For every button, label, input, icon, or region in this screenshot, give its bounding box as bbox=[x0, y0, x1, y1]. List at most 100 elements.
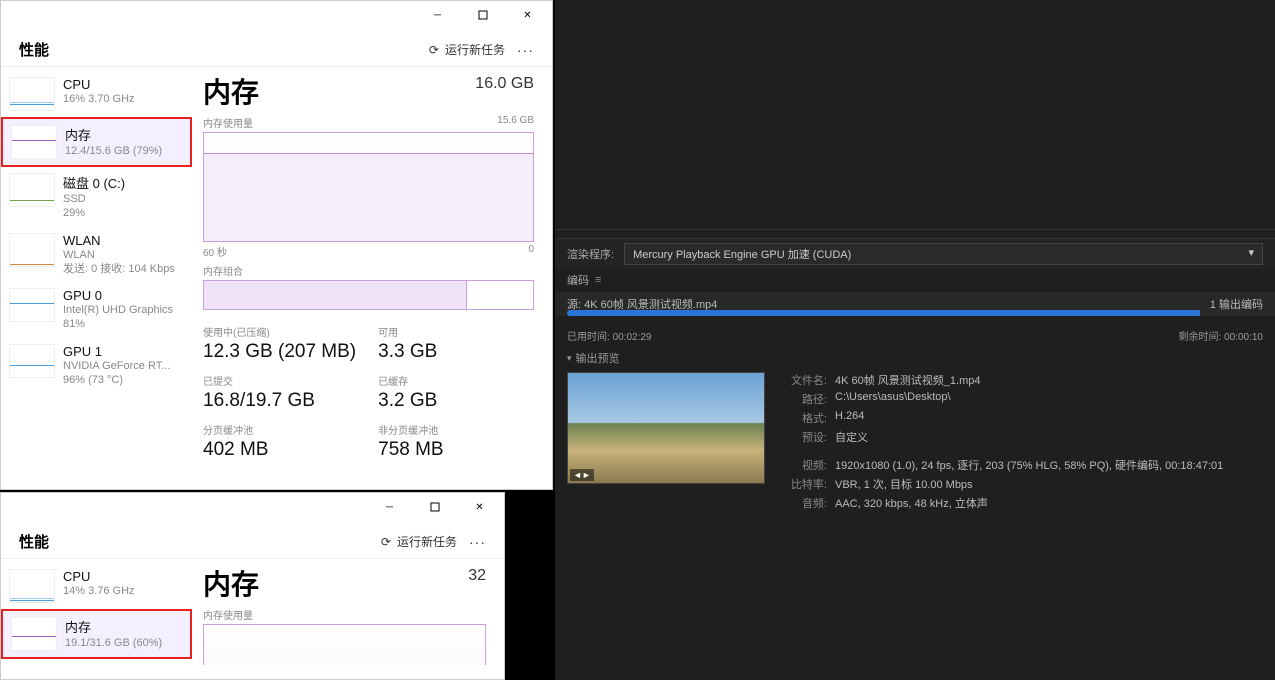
meta-key: 格式: bbox=[779, 410, 827, 426]
task-manager-window-top: ─ ✕ 性能 ⟳ 运行新任务 ··· CPU 16% 3.70 GHz bbox=[0, 0, 553, 490]
used-value: 12.3 GB (207 MB) bbox=[203, 341, 356, 363]
sidebar-sub: SSD 29% bbox=[63, 192, 125, 221]
encoding-panel-header[interactable]: 编码 ≡ bbox=[555, 266, 1275, 294]
meta-key: 路径: bbox=[779, 391, 827, 407]
disk-thumb-icon bbox=[9, 173, 55, 207]
meta-key: 音频: bbox=[779, 495, 827, 511]
minimize-button[interactable]: ─ bbox=[415, 1, 460, 29]
sidebar-label: WLAN bbox=[63, 233, 175, 248]
more-options-button[interactable]: ··· bbox=[469, 534, 486, 550]
elapsed-value: 00:02:29 bbox=[613, 332, 652, 343]
close-button[interactable]: ✕ bbox=[457, 493, 502, 521]
avail-value: 3.3 GB bbox=[378, 341, 443, 363]
remain-value: 00:00:10 bbox=[1224, 332, 1263, 343]
sidebar-item-cpu[interactable]: CPU 16% 3.70 GHz bbox=[1, 71, 192, 117]
renderer-dropdown[interactable]: Mercury Playback Engine GPU 加速 (CUDA) ▾ bbox=[624, 243, 1263, 265]
cpu-thumb-icon bbox=[9, 569, 55, 603]
memory-title: 内存 bbox=[203, 71, 259, 111]
preview-badge-icon: ◄► bbox=[570, 469, 594, 481]
minimize-button[interactable]: ─ bbox=[367, 493, 412, 521]
tab-header: 性能 ⟳ 运行新任务 ··· bbox=[1, 29, 552, 67]
close-button[interactable]: ✕ bbox=[505, 1, 550, 29]
maximize-button[interactable] bbox=[460, 1, 505, 29]
tab-performance[interactable]: 性能 bbox=[19, 531, 49, 552]
meta-val: 4K 60帧 风景测试视频_1.mp4 bbox=[835, 372, 981, 388]
performance-sidebar: CPU 16% 3.70 GHz 内存 12.4/15.6 GB (79%) 磁… bbox=[1, 67, 193, 475]
commit-label: 已提交 bbox=[203, 373, 356, 388]
maximize-button[interactable] bbox=[412, 493, 457, 521]
memory-thumb-icon bbox=[11, 125, 57, 159]
sidebar-sub: NVIDIA GeForce RT... 96% (73 °C) bbox=[63, 359, 170, 388]
sidebar-item-disk[interactable]: 磁盘 0 (C:) SSD 29% bbox=[1, 167, 192, 227]
used-label: 使用中(已压缩) bbox=[203, 324, 356, 339]
renderer-value: Mercury Playback Engine GPU 加速 (CUDA) bbox=[633, 249, 851, 261]
performance-sidebar: CPU 14% 3.76 GHz 内存 19.1/31.6 GB (60%) bbox=[1, 559, 193, 665]
output-preview-label: 输出预览 bbox=[576, 350, 620, 366]
titlebar: ─ ✕ bbox=[1, 493, 504, 521]
run-task-label: 运行新任务 bbox=[397, 533, 457, 550]
usage-label: 内存使用量 bbox=[203, 115, 253, 130]
chevron-down-icon: ▾ bbox=[1248, 246, 1254, 259]
task-manager-window-bottom: ─ ✕ 性能 ⟳ 运行新任务 ··· CPU 14% 3.76 GHz bbox=[0, 492, 505, 680]
meta-val: 1920x1080 (1.0), 24 fps, 逐行, 203 (75% HL… bbox=[835, 457, 1223, 473]
sidebar-label: GPU 0 bbox=[63, 288, 173, 303]
wlan-thumb-icon bbox=[9, 233, 55, 267]
sidebar-label: 磁盘 0 (C:) bbox=[63, 173, 125, 192]
meta-key: 比特率: bbox=[779, 476, 827, 492]
sidebar-sub: 14% 3.76 GHz bbox=[63, 584, 135, 598]
sidebar-sub: 16% 3.70 GHz bbox=[63, 92, 135, 106]
memory-composition-bar bbox=[203, 280, 534, 310]
x-axis-left: 60 秒 bbox=[203, 244, 227, 259]
elapsed-label: 已用时间: bbox=[567, 332, 610, 343]
tab-header: 性能 ⟳ 运行新任务 ··· bbox=[1, 521, 504, 559]
encode-progress-bar bbox=[567, 310, 1255, 316]
sidebar-label: 内存 bbox=[65, 125, 162, 144]
encoding-label: 编码 bbox=[567, 272, 589, 288]
sidebar-item-gpu0[interactable]: GPU 0 Intel(R) UHD Graphics 81% bbox=[1, 282, 192, 338]
run-new-task-button[interactable]: ⟳ 运行新任务 bbox=[381, 533, 457, 550]
avail-label: 可用 bbox=[378, 324, 443, 339]
meta-key: 预设: bbox=[779, 429, 827, 445]
memory-total-partial: 32 bbox=[468, 567, 486, 585]
tab-performance[interactable]: 性能 bbox=[19, 39, 49, 60]
more-options-button[interactable]: ··· bbox=[517, 42, 534, 58]
output-preview-panel: ▾ 输出预览 ◄► 文件名:4K 60帧 风景测试视频_1.mp4 路径:C:\… bbox=[555, 344, 1275, 517]
sidebar-sub: Intel(R) UHD Graphics 81% bbox=[63, 303, 173, 332]
cached-value: 3.2 GB bbox=[378, 390, 443, 412]
memory-detail-panel: 内存 16.0 GB 内存使用量 15.6 GB 60 秒 0 内存组合 使用中… bbox=[193, 67, 552, 475]
gpu1-thumb-icon bbox=[9, 344, 55, 378]
paged-label: 分页缓冲池 bbox=[203, 422, 356, 437]
meta-val: C:\Users\asus\Desktop\ bbox=[835, 391, 951, 407]
panel-menu-icon[interactable]: ≡ bbox=[595, 274, 601, 286]
run-new-task-button[interactable]: ⟳ 运行新任务 bbox=[429, 41, 505, 58]
meta-key: 视频: bbox=[779, 457, 827, 473]
sidebar-sub: 12.4/15.6 GB (79%) bbox=[65, 144, 162, 158]
output-preview-toggle[interactable]: ▾ 输出预览 bbox=[567, 350, 1263, 366]
run-task-label: 运行新任务 bbox=[445, 41, 505, 58]
commit-value: 16.8/19.7 GB bbox=[203, 390, 356, 412]
preview-thumbnail: ◄► bbox=[567, 372, 765, 484]
usage-label: 内存使用量 bbox=[203, 607, 253, 622]
remain-label: 剩余时间: bbox=[1179, 332, 1222, 343]
memory-usage-chart bbox=[203, 624, 486, 665]
cpu-thumb-icon bbox=[9, 77, 55, 111]
ame-empty-top bbox=[555, 0, 1275, 230]
composition-label: 内存组合 bbox=[203, 263, 534, 278]
nonpaged-label: 非分页缓冲池 bbox=[378, 422, 443, 437]
sidebar-item-memory[interactable]: 内存 19.1/31.6 GB (60%) bbox=[1, 609, 192, 659]
sidebar-item-wlan[interactable]: WLAN WLAN 发送: 0 接收: 104 Kbps bbox=[1, 227, 192, 283]
sidebar-item-cpu[interactable]: CPU 14% 3.76 GHz bbox=[1, 563, 192, 609]
nonpaged-value: 758 MB bbox=[378, 439, 443, 461]
sidebar-item-memory[interactable]: 内存 12.4/15.6 GB (79%) bbox=[1, 117, 192, 167]
run-icon: ⟳ bbox=[381, 535, 391, 549]
sidebar-item-gpu1[interactable]: GPU 1 NVIDIA GeForce RT... 96% (73 °C) bbox=[1, 338, 192, 394]
meta-val: AAC, 320 kbps, 48 kHz, 立体声 bbox=[835, 495, 988, 511]
sidebar-label: 内存 bbox=[65, 617, 162, 636]
meta-val: H.264 bbox=[835, 410, 864, 426]
meta-val: VBR, 1 次, 目标 10.00 Mbps bbox=[835, 476, 973, 492]
memory-detail-panel: 内存 32 内存使用量 bbox=[193, 559, 504, 665]
titlebar: ─ ✕ bbox=[1, 1, 552, 29]
gpu0-thumb-icon bbox=[9, 288, 55, 322]
memory-usage-chart bbox=[203, 132, 534, 242]
cached-label: 已缓存 bbox=[378, 373, 443, 388]
